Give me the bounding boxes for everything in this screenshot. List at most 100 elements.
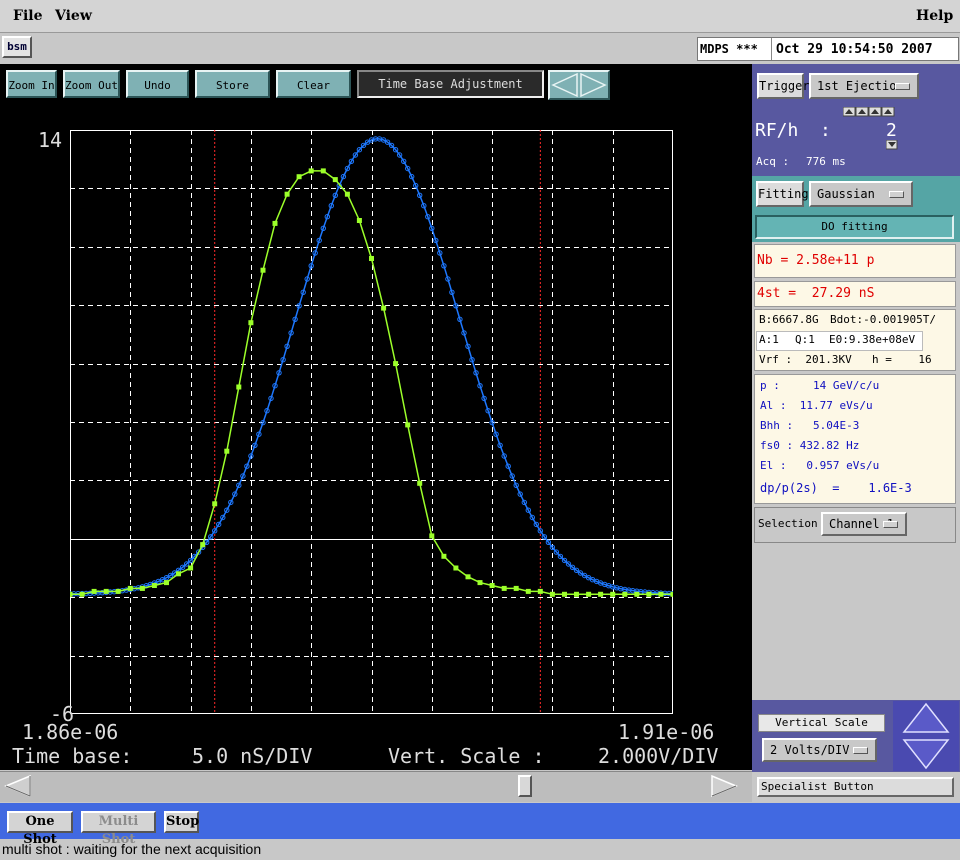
measured-point: [308, 168, 314, 174]
mass-number: A:1: [759, 333, 779, 346]
measured-point: [501, 585, 507, 591]
measured-point: [200, 542, 206, 548]
scroll-right-icon[interactable]: [710, 774, 738, 798]
measured-point: [453, 565, 459, 571]
time-base-label: Time base:: [12, 744, 133, 768]
nb-result: Nb = 2.58e+11 p: [754, 244, 956, 278]
stop-button[interactable]: Stop: [164, 811, 199, 833]
measured-point: [272, 220, 278, 226]
scroll-left-icon[interactable]: [4, 774, 32, 798]
measured-point: [646, 591, 652, 597]
menu-bar: [0, 0, 960, 33]
selection-label: Selection: [758, 517, 818, 530]
fourst-result: 4st = 27.29 nS: [754, 281, 956, 307]
trigger-dropdown[interactable]: 1st Ejection: [809, 73, 919, 99]
fit-curve: [70, 138, 673, 595]
measured-point: [489, 583, 495, 588]
measured-trace: [70, 170, 673, 596]
measured-point: [115, 588, 121, 594]
measured-point: [586, 591, 592, 597]
time-base-arrows[interactable]: [548, 70, 610, 100]
harmonic: h = 16: [872, 353, 932, 366]
trigger-value: 1st Ejection: [817, 79, 904, 93]
vertical-scale-arrows[interactable]: [893, 701, 959, 771]
measured-series: [70, 168, 673, 597]
fitting-label: Fitting: [756, 181, 809, 207]
menu-file[interactable]: File: [13, 8, 42, 24]
y-max-label: 14: [38, 128, 63, 152]
measured-point: [260, 267, 266, 273]
measured-point: [332, 177, 338, 183]
undo-zoom-button[interactable]: Undo Zoom: [126, 70, 189, 120]
dropdown-indicator-icon: [883, 521, 898, 528]
measured-point: [465, 574, 471, 580]
plot-grid: [70, 130, 673, 714]
e0: E0:9.38e+08eV: [829, 333, 916, 346]
menu-view[interactable]: View: [55, 8, 92, 24]
clear-trace-button[interactable]: Clear Trace: [276, 70, 351, 120]
rf-value: 2: [886, 120, 897, 141]
momentum: p : 14 GeV/c/u: [760, 379, 880, 392]
measured-point: [405, 422, 411, 428]
menu-help[interactable]: Help: [916, 8, 953, 24]
measured-point: [562, 591, 567, 597]
tab-bsm[interactable]: bsm: [2, 36, 32, 58]
measured-point: [79, 591, 85, 597]
header-status: MDPS *** Oct 29 10:54:50 2007: [697, 37, 959, 61]
rf-down-arrow-icon[interactable]: [886, 140, 898, 150]
arrow-right-icon: [580, 72, 607, 98]
one-shot-button[interactable]: One Shot: [7, 811, 73, 847]
selection-dropdown[interactable]: Channel 1: [821, 512, 907, 536]
measured-point: [320, 168, 326, 174]
datetime: Oct 29 10:54:50 2007: [776, 42, 933, 57]
dp-over-p: dp/p(2s) = 1.6E-3: [760, 481, 912, 495]
measured-point: [634, 591, 640, 597]
fs0: fs0 : 432.82 Hz: [760, 439, 860, 452]
dropdown-indicator-icon: [853, 747, 868, 754]
zoom-out-button[interactable]: Zoom Out: [63, 70, 120, 98]
fit-series: [70, 136, 673, 597]
measured-point: [574, 591, 579, 597]
acq-label: Acq :: [756, 155, 790, 168]
do-fitting-button[interactable]: DO fitting: [755, 215, 954, 239]
zoom-in-button[interactable]: Zoom In: [6, 70, 57, 98]
vertical-scale-dropdown[interactable]: 2 Volts/DIV: [762, 738, 877, 762]
specialist-button[interactable]: Specialist Button: [757, 777, 954, 797]
measured-point: [164, 580, 169, 586]
system-label: MDPS ***: [698, 38, 772, 60]
bdot: Bdot:-0.001905T/: [830, 313, 936, 326]
measured-point: [610, 591, 616, 597]
vert-scale-label: Vert. Scale :: [388, 744, 545, 768]
measured-point: [369, 256, 374, 261]
waveform-plot: [70, 130, 673, 714]
multi-shot-button[interactable]: Multi Shot: [81, 811, 156, 847]
scroll-thumb[interactable]: [518, 775, 532, 797]
measured-point: [393, 361, 399, 367]
fitting-dropdown[interactable]: Gaussian: [809, 181, 913, 207]
measured-point: [344, 191, 350, 197]
measured-point: [417, 480, 423, 486]
charge: Q:1: [795, 333, 815, 346]
x-min-label: 1.86e-06: [22, 720, 119, 744]
time-base-value: 5.0 nS/DIV: [192, 744, 313, 768]
horizontal-scrollbar[interactable]: [0, 771, 752, 802]
measured-point: [356, 218, 362, 223]
bhh: Bhh : 5.04E-3: [760, 419, 860, 432]
al: Al : 11.77 eVs/u: [760, 399, 873, 412]
el: El : 0.957 eVs/u: [760, 459, 880, 472]
b-field: B:6667.8G: [759, 313, 819, 326]
status-message: multi shot : waiting for the next acquis…: [2, 841, 262, 857]
measured-point: [236, 384, 242, 390]
measured-point: [103, 588, 109, 594]
measured-point: [70, 591, 73, 597]
measured-point: [91, 588, 97, 594]
vertical-scale-label: Vertical Scale: [758, 714, 885, 732]
store-trace-button[interactable]: Store Trace: [195, 70, 270, 120]
measured-point: [212, 501, 218, 507]
rf-up-arrows-icon[interactable]: [843, 107, 899, 117]
measured-point: [176, 571, 181, 577]
trigger-label: Trigger: [757, 73, 810, 99]
measured-point: [441, 553, 447, 559]
measured-point: [670, 591, 673, 597]
measured-point: [622, 591, 628, 597]
